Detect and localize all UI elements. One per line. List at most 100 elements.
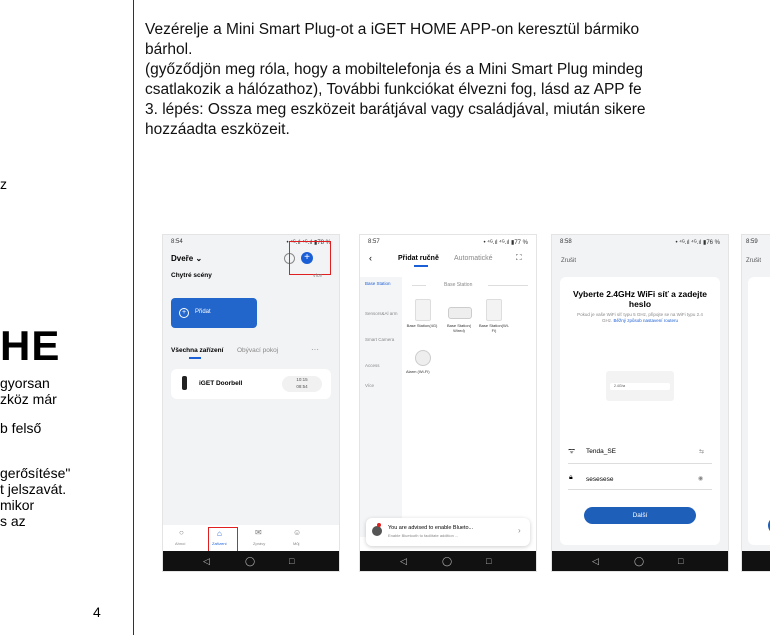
- home-button-icon[interactable]: ◯: [634, 556, 644, 567]
- password-field[interactable]: sesesese: [586, 476, 613, 483]
- recents-icon[interactable]: □: [678, 556, 683, 566]
- bottom-nav: ○ ⌂ ✉ ☺ Ahnoí Zařízení Zprávy Můj: [163, 525, 339, 551]
- scenes-heading: Chytré scény: [171, 272, 212, 279]
- phone-screenshot-wifi: 8:58 • ⁴ᴳ.ıl ⁴ᴳ.ıl ▮76 % Zrušit Vyberte …: [552, 235, 728, 571]
- recents-icon[interactable]: □: [289, 556, 294, 566]
- left-fragment: s az: [0, 513, 26, 529]
- doorbell-icon: [182, 376, 187, 390]
- tab-all-devices[interactable]: Všechna zařízení: [171, 347, 223, 354]
- back-icon[interactable]: ◁: [400, 556, 407, 567]
- tabs-more[interactable]: ···: [311, 345, 319, 354]
- text-line: csatlakozik a hálózathoz), További funkc…: [145, 81, 642, 98]
- cancel-link[interactable]: Zrušit: [561, 258, 576, 264]
- nav-label: Můj: [293, 541, 300, 546]
- android-nav-bar: ◁ ◯ □: [163, 551, 339, 571]
- tab-auto[interactable]: Automatické: [454, 255, 493, 262]
- status-time: 8:54: [171, 239, 183, 245]
- left-fragment: gerősítése": [0, 465, 71, 481]
- tab-indicator: [414, 265, 428, 267]
- chevron-right-icon: ›: [518, 526, 521, 535]
- base-station-wifi-icon[interactable]: [486, 299, 502, 321]
- instruction-paragraph: Vezérelje a Mini Smart Plug-ot a iGET HO…: [145, 20, 770, 140]
- home-button-icon[interactable]: ◯: [245, 556, 255, 567]
- android-nav-bar: ◁ ◯ □: [552, 551, 728, 571]
- router-setup-link[interactable]: Běžný způsob nastavení routeru: [613, 318, 678, 323]
- device-label: Base Station(Wi-Fi): [478, 323, 509, 333]
- category-item[interactable]: Smart Camera: [365, 337, 399, 343]
- wifi-network-name[interactable]: Tenda_SE: [586, 448, 616, 455]
- scan-icon[interactable]: ⛶: [516, 253, 522, 263]
- back-icon[interactable]: ◁: [203, 556, 210, 567]
- category-item[interactable]: Access: [365, 363, 399, 369]
- device-label: Base Station(4G): [406, 323, 438, 328]
- divider: [568, 489, 712, 490]
- tab-indicator: [189, 357, 201, 359]
- bluetooth-icon: [372, 526, 382, 536]
- device-label: Base Station( Wired): [446, 323, 471, 333]
- wifi-card: [748, 277, 770, 545]
- highlight-box: [289, 241, 331, 275]
- device-label: Alarm (Wi-Fi): [406, 369, 430, 374]
- home-button-icon[interactable]: ◯: [442, 556, 452, 567]
- home-title[interactable]: Dveře ⌄: [171, 254, 202, 263]
- tab-living-room[interactable]: Obývací pokoj: [237, 347, 278, 354]
- base-station-4g-icon[interactable]: [415, 299, 431, 321]
- category-item[interactable]: Více: [365, 383, 399, 389]
- phone-screenshot-add-device: 8:57 • ⁴ᴳ.ıl ⁴ᴳ.ıl ▮77 % ‹ Přidat ručně …: [360, 235, 536, 571]
- device-name: iGET Doorbell: [199, 380, 243, 387]
- messages-icon[interactable]: ✉: [255, 528, 262, 537]
- text-line: (győződjön meg róla, hogy a mobiltelefon…: [145, 61, 643, 78]
- page-number: 4: [93, 604, 101, 620]
- category-sidebar: Base Station Sensors&Al arm Smart Camera…: [360, 277, 402, 537]
- status-time: 8:59: [746, 239, 758, 245]
- bluetooth-prompt[interactable]: You are advised to enable Blueto... Enab…: [366, 518, 530, 546]
- back-icon[interactable]: ◁: [592, 556, 599, 567]
- base-station-wired-icon[interactable]: [448, 307, 472, 319]
- device-card[interactable]: iGET Doorbell 10:15 08:54: [171, 369, 331, 399]
- left-big-word: HE: [0, 322, 61, 369]
- next-button[interactable]: Další: [584, 507, 696, 524]
- add-scene-card[interactable]: + Přidat: [171, 298, 257, 328]
- eye-icon[interactable]: ◉: [698, 475, 703, 482]
- column-divider: [133, 0, 134, 635]
- nav-label: Ahnoí: [175, 541, 186, 546]
- text-line: Vezérelje a Mini Smart Plug-ot a iGET HO…: [145, 21, 640, 38]
- category-item[interactable]: Base Station: [365, 281, 399, 287]
- switch-network-icon[interactable]: ⇆: [699, 448, 704, 455]
- divider: [412, 285, 426, 286]
- cancel-link[interactable]: Zrušit: [746, 258, 761, 264]
- left-fragment: z: [0, 176, 7, 192]
- alarm-wifi-icon[interactable]: [415, 350, 431, 366]
- left-fragment: mikor: [0, 497, 35, 513]
- category-item[interactable]: Sensors&Al arm: [365, 311, 399, 317]
- bluetooth-title: You are advised to enable Blueto...: [388, 525, 474, 531]
- android-nav-bar: [742, 551, 770, 571]
- home-icon[interactable]: ○: [179, 528, 184, 537]
- scenes-more[interactable]: více: [313, 273, 322, 279]
- status-bar: 8:57 • ⁴ᴳ.ıl ⁴ᴳ.ıl ▮77 %: [360, 235, 536, 249]
- bluetooth-subtitle: Enable Bluetooth to facilitate addition …: [388, 533, 459, 538]
- plus-circle-icon: +: [179, 308, 189, 318]
- phone-screenshot-home: 8:54 • ⁴ᴳ.ıl ⁴ᴳ.ıl ▮78 % Dveře ⌄ + Chytr…: [163, 235, 339, 571]
- left-fragment: zköz már: [0, 391, 57, 407]
- status-bar: 8:59: [742, 235, 770, 249]
- wifi-card: Vyberte 2.4GHz WiFi síť a zadejte heslo …: [560, 277, 720, 545]
- text-line: 3. lépés: Ossza meg eszközeit barátjával…: [145, 101, 646, 118]
- back-arrow-icon[interactable]: ‹: [369, 253, 372, 263]
- text-line: hozzáadta eszközeit.: [145, 121, 290, 138]
- divider: [488, 285, 528, 286]
- left-fragment: gyorsan: [0, 375, 50, 391]
- status-icons: • ⁴ᴳ.ıl ⁴ᴳ.ıl ▮76 %: [675, 240, 720, 246]
- recents-icon[interactable]: □: [486, 556, 491, 566]
- status-time: 8:58: [560, 239, 572, 245]
- wifi-description: Pokud je vaše WiFi síť typu 5 GHz, připo…: [572, 312, 708, 324]
- left-fragment: t jelszavát.: [0, 481, 67, 497]
- status-icons: • ⁴ᴳ.ıl ⁴ᴳ.ıl ▮77 %: [483, 240, 528, 246]
- add-scene-label: Přidat: [195, 309, 211, 315]
- profile-icon[interactable]: ☺: [293, 528, 301, 537]
- tab-manual[interactable]: Přidat ručně: [398, 255, 439, 262]
- phone-screenshot-partial: 8:59 Zrušit: [742, 235, 770, 571]
- android-nav-bar: ◁ ◯ □: [360, 551, 536, 571]
- wifi-illustration-band: 2.4Ghz: [610, 383, 670, 390]
- device-time-badge: 10:15 08:54: [282, 376, 322, 392]
